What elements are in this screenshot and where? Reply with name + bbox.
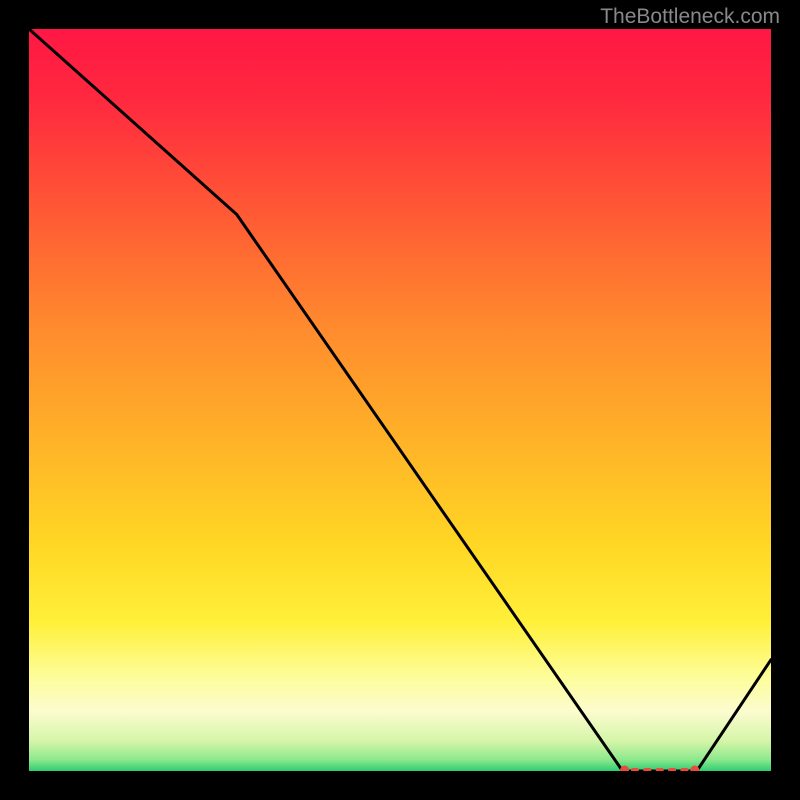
bottleneck-line <box>29 29 771 771</box>
chart-svg <box>29 29 771 771</box>
watermark-text: TheBottleneck.com <box>600 5 780 29</box>
optimal-markers <box>620 766 699 772</box>
plot-area <box>29 29 771 771</box>
chart-container: TheBottleneck.com <box>0 0 800 800</box>
